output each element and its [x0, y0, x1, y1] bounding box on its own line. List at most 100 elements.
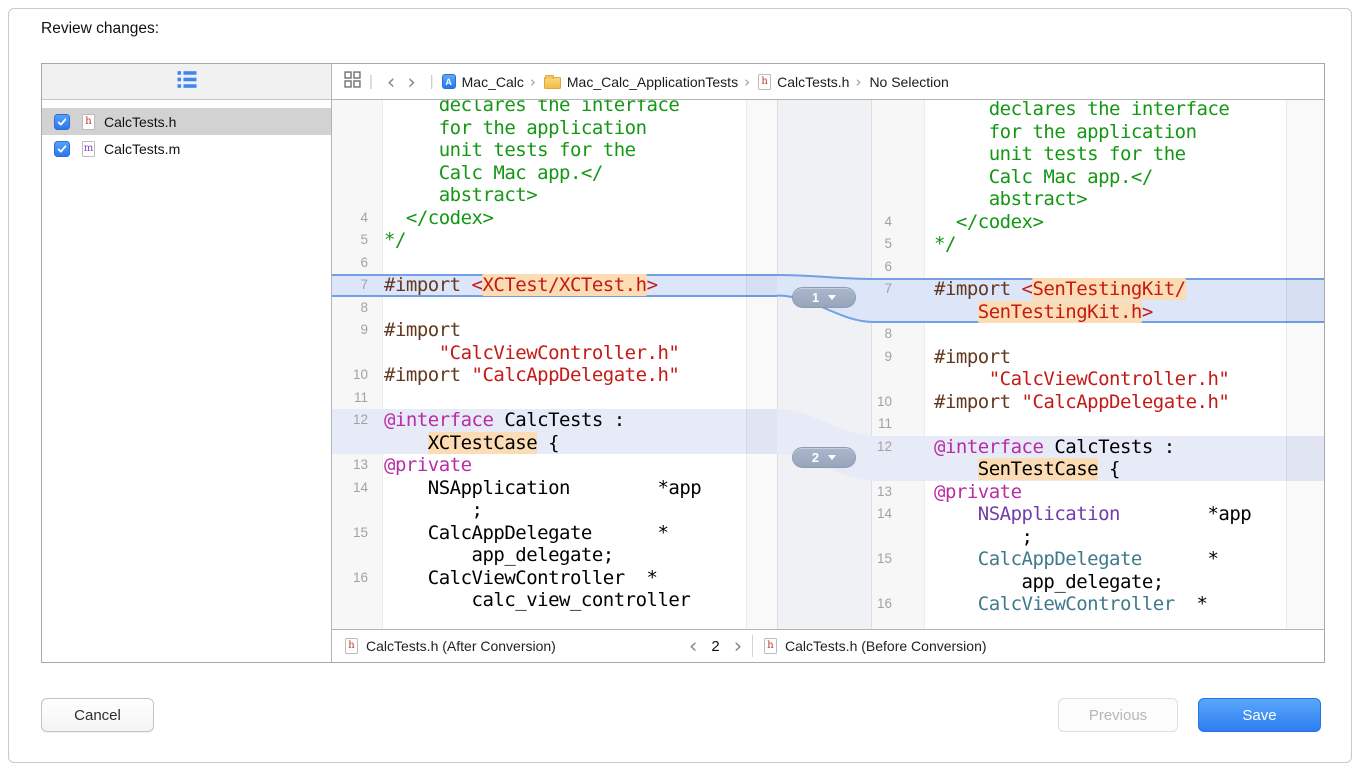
code-row: 9#import [872, 346, 1324, 369]
file-h-icon: h [82, 114, 95, 130]
previous-change-icon[interactable]: ‹ [684, 638, 702, 654]
sidebar-header [42, 64, 331, 100]
line-number: 16 [332, 567, 368, 590]
code-row: 16 CalcViewController * [872, 593, 1324, 616]
code-row: 10 #import "CalcAppDelegate.h" [872, 391, 1324, 414]
file-sidebar: hCalcTests.hmCalcTests.m [42, 64, 332, 662]
code-row: 16 CalcViewController * [332, 567, 777, 590]
code-line: calc_view_controller [384, 589, 690, 612]
code-row: XCTestCase { [332, 432, 777, 455]
divider: | [369, 73, 373, 90]
code-row: 5 */ [872, 233, 1324, 256]
after-conversion-pane[interactable]: declares the interface for the applicati… [332, 100, 777, 629]
sidebar-item-calctests.h[interactable]: hCalcTests.h [42, 108, 331, 135]
chevron-right-icon: › [744, 73, 750, 91]
code-row: 8 [332, 297, 777, 320]
back-icon[interactable]: ‹ [381, 74, 401, 90]
code-line: CalcAppDelegate * [384, 522, 668, 545]
line-number: 12 [332, 409, 368, 432]
code-row: for the application [332, 117, 777, 140]
divider: | [430, 73, 434, 90]
code-line: app_delegate; [934, 571, 1164, 594]
code-row: 11 [872, 413, 1324, 436]
breadcrumb-item[interactable]: No Selection [869, 74, 948, 90]
code-row: 13 @private [872, 481, 1324, 504]
line-number: 5 [332, 229, 368, 252]
after-file-label: CalcTests.h (After Conversion) [366, 638, 556, 654]
line-number: 5 [872, 233, 892, 256]
code-row: Calc Mac app.</ [332, 162, 777, 185]
scrollbar-track[interactable] [1286, 100, 1324, 629]
breadcrumb-label: Mac_Calc [462, 74, 524, 90]
save-button[interactable]: Save [1198, 698, 1321, 732]
diff-number: 1 [812, 290, 819, 305]
line-number: 4 [872, 211, 892, 234]
code-row: 14 NSApplication *app [872, 503, 1324, 526]
code-line: NSApplication *app [384, 477, 701, 500]
breadcrumb-item[interactable]: Mac_Calc_ApplicationTests [544, 74, 738, 90]
line-number: 9 [872, 346, 892, 369]
code-row: 6 [872, 256, 1324, 279]
code-line: "CalcViewController.h" [384, 342, 679, 365]
after-file-menu[interactable]: h CalcTests.h (After Conversion) [345, 630, 556, 662]
line-number: 13 [872, 481, 892, 504]
code-row: 12@interface CalcTests : [332, 409, 777, 432]
forward-icon[interactable]: › [401, 74, 421, 90]
page-title: Review changes: [41, 20, 159, 38]
change-stepper: ‹ 2 › [684, 630, 747, 662]
code-line: abstract> [384, 184, 537, 207]
code-line: CalcAppDelegate * [934, 548, 1218, 571]
code-line: app_delegate; [384, 544, 614, 567]
code-row: 12@interface CalcTests : [872, 436, 1324, 459]
code-row: SenTestingKit.h> [872, 301, 1324, 324]
cancel-button[interactable]: Cancel [41, 698, 154, 732]
diff-badge-1[interactable]: 1 [792, 287, 856, 308]
breadcrumb-item[interactable]: hCalcTests.h [758, 74, 849, 90]
folder-icon [544, 77, 561, 89]
code-line: #import "CalcAppDelegate.h" [384, 364, 679, 387]
code-row: 7#import <XCTest/XCTest.h> [332, 274, 777, 297]
file-checkbox[interactable] [54, 114, 70, 130]
code-line: #import "CalcAppDelegate.h" [934, 391, 1229, 414]
next-change-icon[interactable]: › [729, 638, 747, 654]
file-list: hCalcTests.hmCalcTests.m [42, 108, 331, 162]
code-line: </codex> [384, 207, 493, 230]
line-number: 15 [332, 522, 368, 545]
code-row: Calc Mac app.</ [872, 166, 1324, 189]
code-line: #import <SenTestingKit/ [934, 278, 1186, 301]
code-line: declares the interface [384, 100, 679, 117]
code-row: 15 CalcAppDelegate * [332, 522, 777, 545]
breadcrumb-item[interactable]: AMac_Calc [442, 74, 524, 90]
breadcrumb: | ‹ › | AMac_Calc › Mac_Calc_ApplicationTe… [332, 64, 1324, 100]
code-line: unit tests for the [934, 143, 1186, 166]
code-row: unit tests for the [332, 139, 777, 162]
before-file-menu[interactable]: h CalcTests.h (Before Conversion) [764, 630, 987, 662]
code-line: for the application [384, 117, 647, 140]
scrollbar-track[interactable] [746, 100, 777, 629]
chevron-down-icon [828, 295, 836, 300]
before-conversion-pane[interactable]: declares the interface for the applicati… [872, 100, 1324, 629]
code-line: @private [934, 481, 1022, 504]
code-row: "CalcViewController.h" [332, 342, 777, 365]
code-row: 15 CalcAppDelegate * [872, 548, 1324, 571]
file-checkbox[interactable] [54, 141, 70, 157]
diff-badge-2[interactable]: 2 [792, 447, 856, 468]
sidebar-item-calctests.m[interactable]: mCalcTests.m [42, 135, 331, 162]
diff-number: 2 [812, 450, 819, 465]
before-file-label: CalcTests.h (Before Conversion) [785, 638, 987, 654]
code-row: app_delegate; [872, 571, 1324, 594]
related-items-icon[interactable] [344, 71, 361, 93]
code-line: #import <XCTest/XCTest.h> [384, 274, 658, 297]
diff-review-panel: hCalcTests.hmCalcTests.m | ‹ › | AMac [41, 63, 1325, 663]
code-line: </codex> [934, 211, 1043, 234]
code-line: @interface CalcTests : [934, 436, 1175, 459]
breadcrumb-label: No Selection [869, 74, 948, 90]
previous-button[interactable]: Previous [1058, 698, 1178, 732]
code-line: */ [934, 233, 956, 256]
line-number: 10 [872, 391, 892, 414]
line-number: 16 [872, 593, 892, 616]
jump-bar: h CalcTests.h (After Conversion) ‹ 2 › h… [332, 629, 1324, 662]
line-number: 10 [332, 364, 368, 387]
code-line: Calc Mac app.</ [384, 162, 603, 185]
breadcrumb-label: Mac_Calc_ApplicationTests [567, 74, 738, 90]
